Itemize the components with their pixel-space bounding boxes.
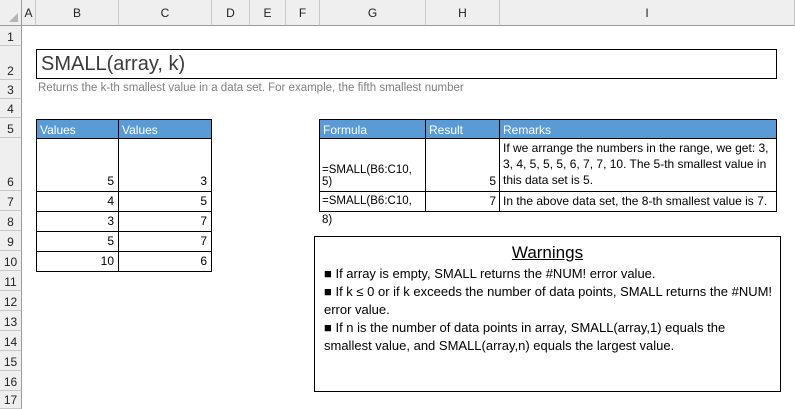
page-subtitle[interactable]: Returns the k-th smallest value in a dat… xyxy=(38,82,638,98)
column-header-i[interactable]: I xyxy=(500,0,795,26)
values-cell-b10[interactable]: 10 xyxy=(36,251,119,272)
row-header-16[interactable]: 16 xyxy=(0,371,22,391)
select-all-corner[interactable] xyxy=(0,0,22,26)
row-header-15[interactable]: 15 xyxy=(0,351,22,371)
row-header-4[interactable]: 4 xyxy=(0,99,22,118)
page-title[interactable]: SMALL(array, k) xyxy=(36,49,777,79)
values-header-c[interactable]: Values xyxy=(118,119,212,139)
formula-cell-g6[interactable]: =SMALL(B6:C10, 5) xyxy=(319,138,426,192)
values-header-b[interactable]: Values xyxy=(36,119,119,139)
warning-item: ■ If array is empty, SMALL returns the #… xyxy=(324,266,656,281)
values-cell-b8[interactable]: 3 xyxy=(36,211,119,232)
column-header-f[interactable]: F xyxy=(286,0,320,26)
row-header-17[interactable]: 17 xyxy=(0,391,22,409)
column-header-h[interactable]: H xyxy=(426,0,500,26)
row-header-9[interactable]: 9 xyxy=(0,231,22,251)
row-header-7[interactable]: 7 xyxy=(0,191,22,211)
column-header-b[interactable]: B xyxy=(36,0,119,26)
values-cell-c6[interactable]: 3 xyxy=(118,138,212,192)
row-header-5[interactable]: 5 xyxy=(0,118,22,138)
values-cell-c10[interactable]: 6 xyxy=(118,251,212,272)
column-header-a[interactable]: A xyxy=(22,0,36,26)
values-cell-b9[interactable]: 5 xyxy=(36,231,119,252)
values-cell-c8[interactable]: 7 xyxy=(118,211,212,232)
remarks-cell-i6[interactable]: If we arrange the numbers in the range, … xyxy=(499,138,777,192)
warning-item: ■ If k ≤ 0 or if k exceeds the number of… xyxy=(324,284,773,317)
values-cell-b7[interactable]: 4 xyxy=(36,191,119,212)
formula-cell-g7[interactable]: =SMALL(B6:C10, 8) xyxy=(319,191,426,226)
column-header-c[interactable]: C xyxy=(119,0,212,26)
row-header-10[interactable]: 10 xyxy=(0,251,22,271)
column-header-d[interactable]: D xyxy=(212,0,250,26)
row-header-8[interactable]: 8 xyxy=(0,211,22,231)
values-cell-c9[interactable]: 7 xyxy=(118,231,212,252)
row-header-12[interactable]: 12 xyxy=(0,291,22,311)
row-header-13[interactable]: 13 xyxy=(0,311,22,331)
values-cell-c7[interactable]: 5 xyxy=(118,191,212,212)
row-header-3[interactable]: 3 xyxy=(0,80,22,99)
row-header-1[interactable]: 1 xyxy=(0,26,22,46)
row-header-2[interactable]: 2 xyxy=(0,46,22,80)
result-cell-h7[interactable]: 7 xyxy=(425,191,500,212)
column-header-e[interactable]: E xyxy=(250,0,286,26)
values-cell-b6[interactable]: 5 xyxy=(36,138,119,192)
result-header[interactable]: Result xyxy=(425,119,500,139)
warnings-box[interactable]: Warnings ■ If array is empty, SMALL retu… xyxy=(314,236,781,392)
column-header-g[interactable]: G xyxy=(320,0,426,26)
formula-header[interactable]: Formula xyxy=(319,119,426,139)
remarks-header[interactable]: Remarks xyxy=(499,119,777,139)
row-header-14[interactable]: 14 xyxy=(0,331,22,351)
remarks-cell-i7[interactable]: In the above data set, the 8-th smallest… xyxy=(499,191,777,212)
row-header-11[interactable]: 11 xyxy=(0,271,22,291)
warning-item: ■ If n is the number of data points in a… xyxy=(324,320,726,353)
result-cell-h6[interactable]: 5 xyxy=(425,138,500,192)
warnings-title: Warnings xyxy=(511,243,584,262)
row-header-6[interactable]: 6 xyxy=(0,138,22,191)
